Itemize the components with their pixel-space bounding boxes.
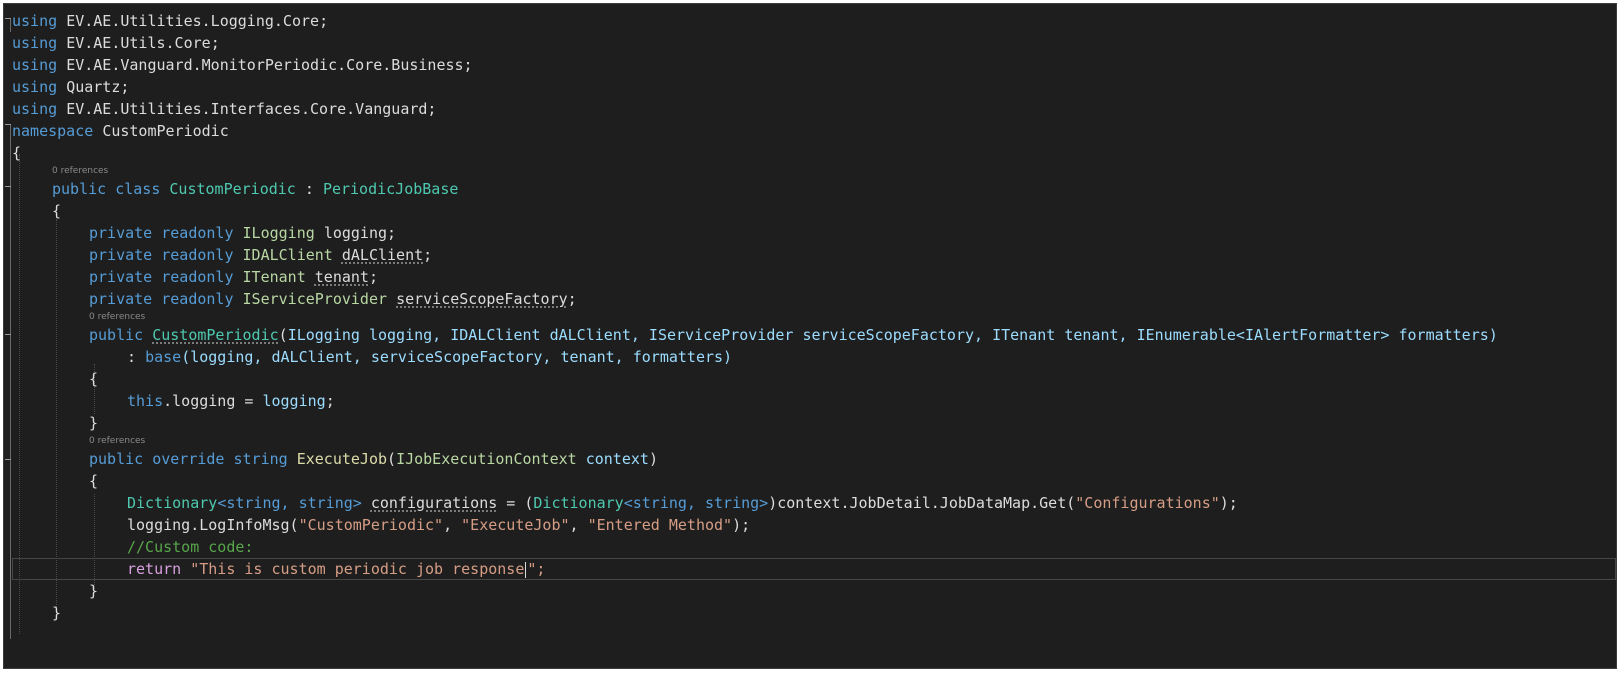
code-line-using: using EV.AE.Utilities.Interfaces.Core.Va… [12,100,437,118]
codelens-references[interactable]: 0 references [12,434,1616,448]
code-line-brace: } [89,582,99,600]
code-line-using: using EV.AE.Vanguard.MonitorPeriodic.Cor… [12,56,473,74]
code-line-base-call: : base(logging, dALClient, serviceScopeF… [127,348,733,366]
code-line-brace: } [89,414,99,432]
code-line-log-call: logging.LogInfoMsg("CustomPeriodic", "Ex… [127,516,751,534]
collapse-icon[interactable] [5,459,11,460]
collapse-icon[interactable] [5,334,11,335]
fold-line [10,124,11,639]
code-line-brace: { [89,370,99,388]
code-line-namespace: namespace CustomPeriodic [12,122,229,140]
code-line-brace: } [52,604,62,622]
code-line-comment: //Custom code: [127,538,254,556]
code-line-brace: { [52,202,62,220]
collapse-icon[interactable] [5,124,11,125]
code-line-using: using EV.AE.Utilities.Logging.Core; [12,12,329,30]
code-line-constructor: public CustomPeriodic(ILogging logging, … [89,326,1498,344]
code-editor[interactable]: using EV.AE.Utilities.Logging.Core; usin… [3,3,1617,669]
code-line-field: private readonly IDALClient dALClient; [89,246,433,264]
code-line-return-current[interactable]: return "This is custom periodic job resp… [12,558,1616,580]
code-line-field: private readonly ITenant tenant; [89,268,378,286]
codelens-references[interactable]: 0 references [12,310,1616,324]
code-line-method-declaration: public override string ExecuteJob(IJobEx… [89,450,658,468]
fold-line [10,18,11,32]
code-line-field: private readonly ILogging logging; [89,224,397,242]
code-area[interactable]: using EV.AE.Utilities.Logging.Core; usin… [12,10,1616,646]
code-line-brace: { [89,472,99,490]
code-line-brace: { [12,144,22,162]
code-line-field: private readonly IServiceProvider servic… [89,290,577,308]
code-line-assignment: this.logging = logging; [127,392,335,410]
collapse-icon[interactable] [5,186,11,187]
code-line-class-declaration: public class CustomPeriodic : PeriodicJo… [52,180,459,198]
code-line-brace [12,624,1616,646]
code-line-dictionary: Dictionary<string, string> configuration… [127,494,1238,512]
collapse-icon[interactable] [5,18,11,19]
codelens-references[interactable]: 0 references [12,164,1616,178]
code-line-using: using EV.AE.Utils.Core; [12,34,220,52]
code-line-using: using Quartz; [12,78,130,96]
